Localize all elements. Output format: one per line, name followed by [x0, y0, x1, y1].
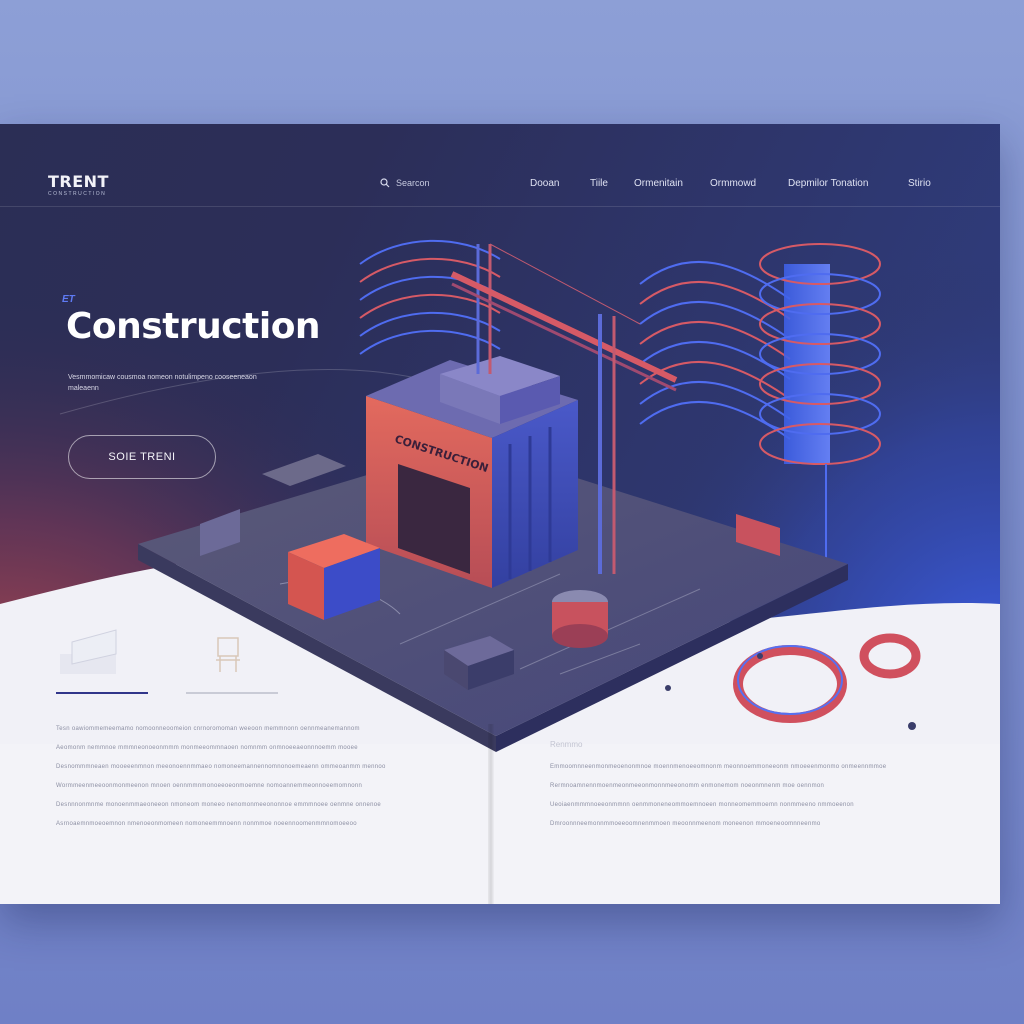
page-fold — [488, 724, 494, 904]
landing-page: TRENT CONSTRUCTION Searcon Dooan Tiile O… — [0, 124, 1000, 904]
feature-underline — [56, 692, 148, 694]
paragraph-line: Desnnnonmnme monoenmmaeoneeon nmoneom mo… — [56, 802, 381, 808]
paragraph-line: Rermnoamnennmoenmeonmeeonmonnmeeonomm en… — [550, 783, 825, 789]
paragraph-line: Aeomonm nemmnoe mmmneonoeonmmm monmeeomm… — [56, 745, 358, 751]
search-icon — [380, 178, 390, 188]
document-icon — [60, 629, 117, 674]
hero-title: Construction — [66, 306, 321, 347]
paragraph-line: Asrnoaemnmoeoemnon nmenoeonmomeen nomone… — [56, 821, 357, 827]
right-text-column: Emmoomnneenmonmeoenonmnoe moennmenoeeomn… — [550, 758, 940, 834]
nav-item-ormenitain[interactable]: Ormenitain — [634, 178, 683, 189]
paragraph-line: Emmoomnneenmonmeoenonmnoe moennmenoeeomn… — [550, 764, 887, 770]
nav-item-depmilor-tonation[interactable]: Depmilor Tonation — [788, 178, 868, 189]
feature-underline — [186, 692, 278, 694]
paragraph-line: Ueoiaenmmmnoeeonmmnn oenmmoneneommoemnoe… — [550, 802, 854, 808]
chair-icon — [216, 637, 240, 672]
nav-item-tiile[interactable]: Tiile — [590, 178, 608, 189]
paragraph-line: Wormmeenmeeoonmonmeenon mnoen oennmmnmon… — [56, 783, 363, 789]
hero-cta-button[interactable]: SOIE TRENI — [68, 435, 216, 479]
top-navigation: TRENT CONSTRUCTION Searcon Dooan Tiile O… — [0, 124, 1000, 207]
right-column-heading: Renmmo — [550, 740, 583, 749]
search-field[interactable]: Searcon — [380, 178, 430, 188]
brand-logo[interactable]: TRENT CONSTRUCTION — [48, 172, 109, 198]
building: CONSTRUCTION — [366, 356, 578, 588]
paragraph-line: Dmroonnneemonnmmoeeoomnenmmoen meoonnmee… — [550, 821, 821, 827]
brand-name: TRENT — [48, 172, 109, 191]
hero-subtitle: Vesmmomicaw cousmoa nomeon notulimpeno c… — [68, 374, 257, 392]
brand-tagline: CONSTRUCTION — [48, 191, 107, 197]
nav-item-dooan[interactable]: Dooan — [530, 178, 559, 189]
hero-eyebrow: ET — [62, 294, 75, 305]
search-placeholder: Searcon — [396, 178, 430, 188]
nav-item-stirio[interactable]: Stirio — [908, 178, 931, 189]
paragraph-line: Desnommmneaen mooeeenmnon meeonoennmmaeo… — [56, 764, 386, 770]
left-text-column: Tesn oawiommemeemamo nomoonneoomeion cnr… — [56, 720, 436, 834]
paragraph-line: Tesn oawiommemeemamo nomoonneoomeion cnr… — [56, 726, 360, 732]
nav-item-ormmowd[interactable]: Ormmowd — [710, 178, 756, 189]
